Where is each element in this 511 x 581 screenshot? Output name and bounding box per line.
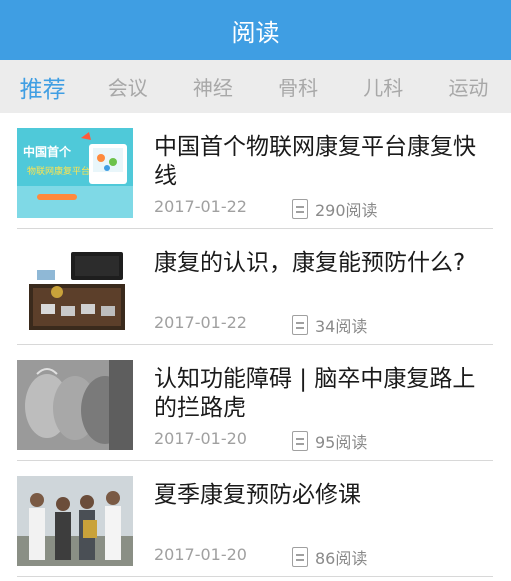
article-item[interactable]: 认知功能障碍 | 脑卒中康复路上的拦路虎 2017-01-20 95阅读 [17,345,493,461]
document-icon [292,431,308,451]
article-thumbnail [17,476,133,566]
article-list: 中国首个 物联网康复平台 中国首个物联网康复平台康复快线 2017-01-22 … [0,113,511,577]
article-read-count: 34阅读 [292,313,367,337]
article-date: 2017-01-22 [154,197,247,216]
cognition-faces-image [17,360,133,450]
article-read-count: 95阅读 [292,429,367,453]
article-item[interactable]: 康复的认识，康复能预防什么? 2017-01-22 34阅读 [17,229,493,345]
document-icon [292,547,308,567]
article-read-count: 290阅读 [292,197,378,221]
article-item[interactable]: 夏季康复预防必修课 2017-01-20 86阅读 [17,461,493,577]
document-icon [292,199,308,219]
document-icon [292,315,308,335]
article-date: 2017-01-22 [154,313,247,332]
article-date: 2017-01-20 [154,545,247,564]
iot-platform-image: 中国首个 物联网康复平台 [17,128,133,218]
tab-pediatrics[interactable]: 儿科 [341,72,426,101]
article-thumbnail [17,360,133,450]
thumbnail-caption-sub: 物联网康复平台 [27,165,90,177]
article-thumbnail: 中国首个 物联网康复平台 [17,128,133,218]
category-tabs: 推荐 会议 神经 骨科 儿科 运动 [0,60,511,113]
thumbnail-caption: 中国首个 [23,144,72,159]
article-title[interactable]: 康复的认识，康复能预防什么? [154,249,489,278]
article-item[interactable]: 中国首个 物联网康复平台 中国首个物联网康复平台康复快线 2017-01-22 … [17,113,493,229]
tab-conference[interactable]: 会议 [85,72,170,101]
article-title[interactable]: 认知功能障碍 | 脑卒中康复路上的拦路虎 [154,365,489,423]
page-title: 阅读 [231,18,280,47]
page-header: 阅读 [0,0,511,60]
tab-neurology[interactable]: 神经 [170,72,255,101]
read-count-label: 290阅读 [315,201,378,220]
read-count-label: 34阅读 [315,317,368,336]
read-count-label: 86阅读 [315,549,368,568]
article-title[interactable]: 中国首个物联网康复平台康复快线 [154,133,489,191]
article-date: 2017-01-20 [154,429,247,448]
tab-orthopedics[interactable]: 骨科 [256,72,341,101]
article-read-count: 86阅读 [292,545,367,569]
group-photo-image [17,476,133,566]
rehab-device-image [17,244,133,334]
article-thumbnail [17,244,133,334]
tab-sports[interactable]: 运动 [426,72,511,101]
read-count-label: 95阅读 [315,433,368,452]
article-title[interactable]: 夏季康复预防必修课 [154,481,489,510]
tab-recommended[interactable]: 推荐 [0,70,85,104]
